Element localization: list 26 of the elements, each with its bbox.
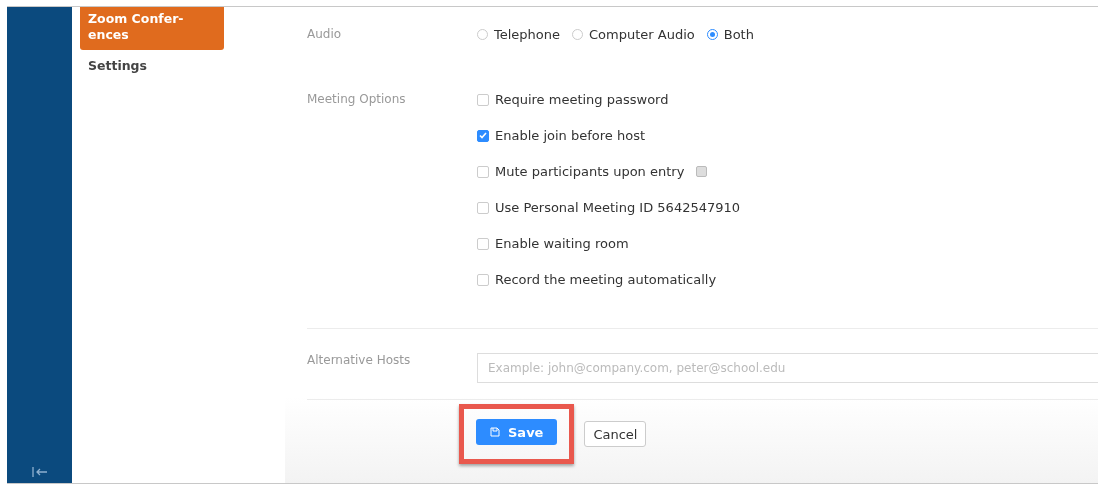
option-label: Enable waiting room (495, 236, 629, 251)
option-label: Require meeting password (495, 92, 669, 107)
checkbox[interactable] (477, 165, 489, 178)
floppy-icon (490, 427, 500, 437)
radio-label: Computer Audio (589, 27, 695, 42)
option-label: Use Personal Meeting ID 5642547910 (495, 200, 741, 215)
collapse-icon[interactable] (31, 467, 48, 477)
radio-label: Telephone (494, 27, 561, 42)
checkbox[interactable] (477, 273, 489, 286)
sidebar-item[interactable]: Settings (80, 54, 224, 81)
alternative-hosts-field[interactable]: Example: john@company.com, peter@school.edu (477, 353, 1098, 383)
option-label: Record the meeting automatically (495, 272, 717, 287)
sidebar-item[interactable]: Zoom Confer- ences (80, 7, 224, 50)
option-label: Enable join before host (495, 128, 645, 143)
checkbox[interactable] (477, 237, 489, 250)
alternative-hosts-label: Alternative Hosts (307, 353, 412, 369)
checkbox[interactable] (477, 93, 489, 106)
meeting-options-label: Meeting Options (307, 92, 407, 108)
checkbox[interactable] (477, 129, 489, 142)
cancel-button[interactable]: Cancel (584, 421, 647, 447)
checkbox[interactable] (477, 201, 489, 214)
save-button[interactable]: Save (476, 419, 558, 445)
radio-label: Both (723, 27, 754, 42)
info-icon[interactable] (696, 166, 708, 177)
audio-label: Audio (307, 27, 343, 42)
option-label: Mute participants upon entry (495, 164, 685, 179)
